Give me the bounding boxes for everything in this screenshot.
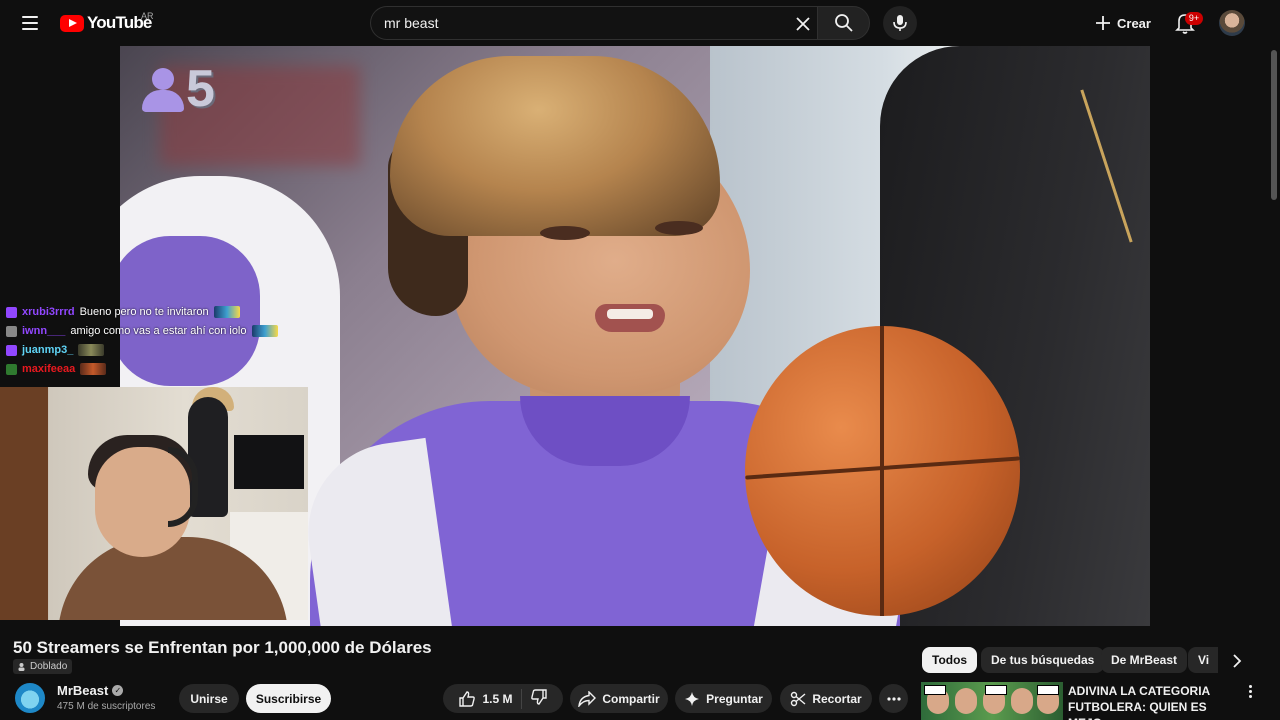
- thumbs-up-icon: [459, 690, 476, 707]
- page-scrollbar[interactable]: [1268, 46, 1280, 720]
- search-box[interactable]: [370, 6, 817, 40]
- thumb-face: [1011, 688, 1033, 714]
- share-button[interactable]: Compartir: [570, 684, 668, 713]
- chat-text: amigo como vas a estar ahí con iolo: [70, 325, 247, 337]
- person-voice-icon: [18, 663, 25, 671]
- user-badge-icon: [6, 363, 17, 375]
- emote-icon: [80, 363, 107, 375]
- youtube-play-icon: [60, 14, 84, 32]
- like-button[interactable]: 1.5 M: [458, 690, 513, 708]
- voice-search-button[interactable]: [883, 6, 917, 40]
- clip-label: Recortar: [812, 691, 862, 706]
- account-avatar[interactable]: [1219, 10, 1245, 36]
- scissors-icon: [791, 691, 806, 706]
- emote-icon: [213, 306, 240, 318]
- chat-message: maxifeeaa: [6, 361, 107, 377]
- ask-label: Preguntar: [706, 691, 763, 706]
- clip-button[interactable]: Recortar: [780, 684, 872, 713]
- share-icon: [578, 690, 597, 707]
- sparkle-icon: [685, 691, 700, 706]
- recommended-title[interactable]: ADIVINA LA CATEGORIA FUTBOLERA: QUIEN ES…: [1068, 683, 1238, 720]
- menu-icon[interactable]: [14, 7, 46, 39]
- viewer-count: 5: [186, 60, 215, 118]
- like-dislike-group: 1.5 M: [443, 684, 563, 713]
- chip-from-searches[interactable]: De tus búsquedas: [981, 647, 1105, 673]
- emote-icon: [78, 344, 105, 356]
- chat-username: maxifeeaa: [22, 363, 76, 375]
- chat-message: iwnn___ amigo como vas a estar ahí con i…: [6, 323, 278, 339]
- search-bar: [370, 6, 870, 40]
- subscriber-count: 475 M de suscriptores: [57, 701, 156, 712]
- verified-icon: ✓: [112, 685, 124, 696]
- chat-username: iwnn___: [22, 325, 66, 337]
- search-input[interactable]: [384, 15, 784, 31]
- thumb-label: [924, 685, 946, 695]
- more-horizontal-icon: [886, 696, 901, 701]
- webcam-monitor: [234, 435, 304, 489]
- like-count: 1.5 M: [482, 691, 513, 706]
- webcam-door: [0, 387, 48, 620]
- recommended-thumbnail[interactable]: [921, 682, 1063, 720]
- twitch-badge-icon: [6, 306, 17, 318]
- youtube-logo[interactable]: YouTube: [60, 11, 152, 35]
- mic-icon: [893, 15, 907, 31]
- stream-chat-overlay: xrubi3rrrd Bueno pero no te invitaron iw…: [0, 300, 290, 384]
- chip-videos[interactable]: Vi: [1188, 647, 1218, 673]
- subscribe-button[interactable]: Suscribirse: [246, 684, 331, 713]
- channel-avatar[interactable]: [13, 681, 47, 715]
- chat-message: juanmp3_: [6, 342, 105, 358]
- twitch-badge-icon: [6, 344, 17, 356]
- create-button[interactable]: Crear: [1087, 7, 1155, 39]
- scrollbar-thumb[interactable]: [1271, 50, 1277, 200]
- channel-name-label: MrBeast: [57, 683, 109, 698]
- chip-all[interactable]: Todos: [922, 647, 978, 673]
- streamer-webcam: [0, 387, 308, 620]
- user-badge-icon: [6, 325, 17, 337]
- video-hair: [390, 56, 720, 236]
- dubbed-label: Doblado: [30, 661, 68, 672]
- emote-icon: [251, 325, 278, 337]
- chevron-right-icon: [1233, 654, 1242, 668]
- video-teeth: [607, 309, 653, 319]
- subscribe-label: Suscribirse: [255, 691, 322, 706]
- channel-name[interactable]: MrBeast ✓: [57, 683, 124, 698]
- video-eye-left: [540, 226, 590, 240]
- chat-text: Bueno pero no te invitaron: [79, 306, 209, 318]
- more-actions-button[interactable]: [879, 684, 908, 713]
- like-divider: [520, 688, 522, 709]
- ask-button[interactable]: Preguntar: [675, 684, 772, 713]
- thumb-label: [1037, 685, 1059, 695]
- dubbed-badge: Doblado: [13, 659, 73, 674]
- chat-username: xrubi3rrrd: [22, 306, 75, 318]
- plus-icon: [1096, 16, 1110, 30]
- thumb-label: [985, 685, 1007, 695]
- dislike-button[interactable]: [530, 688, 548, 709]
- viewers-icon: [140, 66, 184, 112]
- video-title: 50 Streamers se Enfrentan por 1,000,000 …: [13, 638, 432, 657]
- top-header: YouTube AR Crear 9+: [0, 0, 1280, 46]
- search-button[interactable]: [817, 6, 870, 40]
- thumbs-down-icon: [530, 689, 547, 705]
- country-code: AR: [141, 11, 154, 21]
- join-button[interactable]: Unirse: [179, 684, 239, 713]
- chip-from-mrbeast[interactable]: De MrBeast: [1101, 647, 1188, 673]
- recommended-more-button[interactable]: [1242, 683, 1258, 699]
- viewer-count-overlay: 5: [140, 60, 215, 118]
- chat-message: xrubi3rrrd Bueno pero no te invitaron: [6, 304, 240, 320]
- share-label: Compartir: [602, 691, 660, 706]
- chips-next-button[interactable]: [1225, 649, 1249, 673]
- create-label: Crear: [1117, 15, 1151, 31]
- video-basketball-seam-vertical: [880, 326, 884, 616]
- close-icon[interactable]: [793, 14, 813, 34]
- search-icon: [834, 14, 853, 32]
- join-label: Unirse: [190, 691, 228, 706]
- chat-username: juanmp3_: [22, 344, 74, 356]
- notifications-badge: 9+: [1185, 12, 1203, 25]
- thumb-face: [955, 688, 977, 714]
- video-eye-right: [655, 221, 703, 235]
